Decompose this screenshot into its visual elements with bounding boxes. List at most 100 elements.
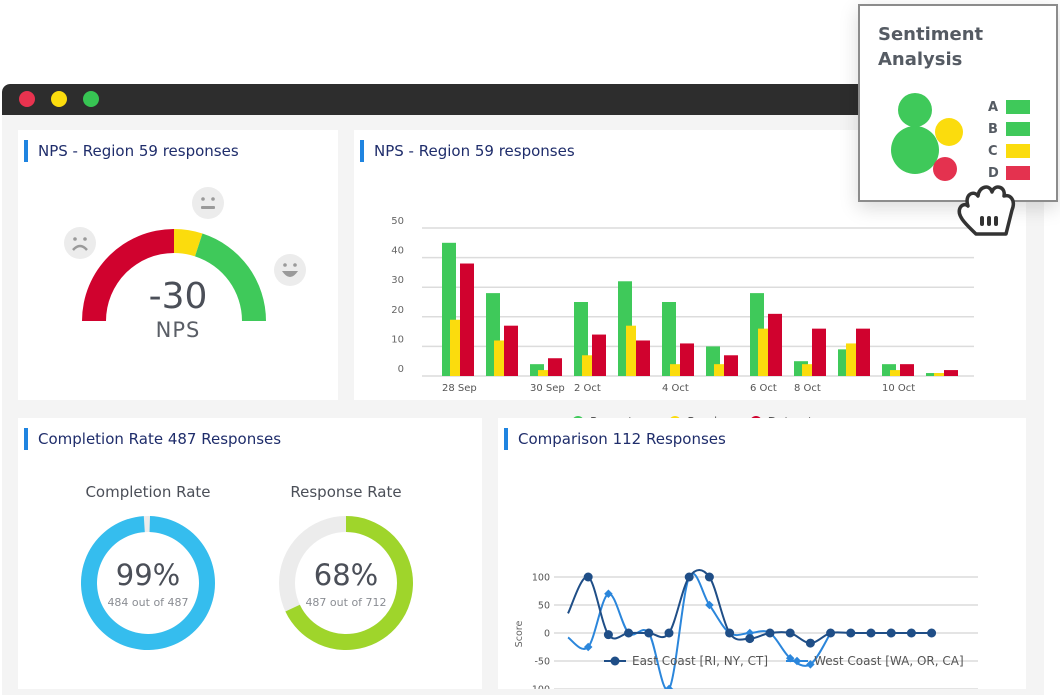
bar-detractors[interactable] [548,358,562,376]
bar-detractors[interactable] [900,364,914,376]
comparison-line-chart: -100-50050100Score28 Sep30 Sep2 Oct4 Oct… [514,569,978,690]
x-tick-label: 10 Oct [882,383,915,394]
nps-gauge-card: NPS - Region 59 responses -30 NPS [18,130,338,400]
y-tick-label: -100 [528,685,550,690]
bar-detractors[interactable] [680,343,694,376]
nps-value: -30 [148,276,208,317]
y-tick-label: 30 [391,275,404,286]
popup-legend-swatch [1006,100,1030,114]
neutral-face-icon [192,187,224,219]
popup-legend: ABCD [988,96,1030,184]
legend-item-west-coast[interactable]: West Coast [WA, OR, CA] [786,654,964,668]
point-east-coast[interactable] [906,628,916,638]
legend-label: West Coast [WA, OR, CA] [814,654,964,668]
legend-item-east-coast[interactable]: East Coast [RI, NY, CT] [604,654,768,668]
bar-detractors[interactable] [504,325,518,376]
legend-label: East Coast [RI, NY, CT] [632,654,769,668]
bar-passive[interactable] [802,364,812,376]
point-east-coast[interactable] [785,628,795,638]
y-tick-label: 0 [544,629,550,640]
popup-legend-swatch [1006,144,1030,158]
point-east-coast[interactable] [704,572,714,582]
maximize-window-button[interactable] [83,91,99,107]
point-east-coast[interactable] [846,628,856,638]
point-east-coast[interactable] [805,638,815,648]
grab-hand-icon [957,185,1016,236]
response-rate-percent: 68% [313,558,379,592]
point-east-coast[interactable] [583,572,593,582]
bar-detractors[interactable] [944,370,958,376]
bar-passive[interactable] [494,340,504,376]
popup-legend-item-b: B [988,118,1030,140]
bar-detractors[interactable] [768,313,782,376]
bar-detractors[interactable] [636,340,650,376]
point-east-coast[interactable] [745,634,755,644]
bar-passive[interactable] [714,364,724,376]
y-tick-label: 50 [538,601,550,612]
bar-passive[interactable] [582,355,592,376]
close-window-button[interactable] [19,91,35,107]
point-east-coast[interactable] [765,628,775,638]
point-east-coast[interactable] [624,628,634,638]
y-tick-label: 0 [398,364,404,375]
card-title: NPS - Region 59 responses [360,140,575,162]
bar-passive[interactable] [626,325,636,376]
y-tick-label: 100 [532,573,550,584]
bar-passive[interactable] [890,370,900,376]
popup-title-line-1: Sentiment [878,24,984,45]
point-east-coast[interactable] [644,628,654,638]
bar-passive[interactable] [538,370,548,376]
y-axis-label: Score [514,621,525,648]
bar-passive[interactable] [758,328,768,376]
bar-detractors[interactable] [460,263,474,376]
circle-marker-icon [604,656,626,666]
response-rate-sub: 487 out of 712 [305,596,387,609]
popup-legend-label: C [988,143,998,159]
bubble-b [891,126,939,174]
point-east-coast[interactable] [866,628,876,638]
completion-rate-card: Completion Rate 487 Responses Completion… [18,418,482,689]
y-tick-label: 20 [391,305,404,316]
point-east-coast[interactable] [927,628,937,638]
sentiment-bubble-chart [891,93,963,181]
bar-detractors[interactable] [856,328,870,376]
point-east-coast[interactable] [725,628,735,638]
popup-title: Sentiment Analysis [878,22,983,72]
diamond-marker-icon [786,656,809,666]
bar-detractors[interactable] [592,334,606,376]
popup-legend-item-a: A [988,96,1030,118]
sad-face-icon [64,227,96,259]
x-tick-label: 28 Sep [442,383,477,394]
bar-passive[interactable] [934,373,944,376]
point-west-coast[interactable] [664,684,674,689]
comparison-line-chart-card: Comparison 112 Responses -100-50050100Sc… [498,418,1026,689]
point-east-coast[interactable] [826,628,836,638]
completion-rate-percent: 99% [115,558,181,592]
popup-legend-label: B [988,121,998,137]
sentiment-analysis-popup[interactable]: Sentiment Analysis ABCD [858,4,1058,202]
y-tick-label: 40 [391,246,404,257]
x-tick-label: 2 Oct [574,383,601,394]
rate-donuts [80,516,413,650]
point-west-coast[interactable] [583,642,593,652]
bar-passive[interactable] [670,364,680,376]
nps-bar-chart: 0 10 20 30 40 50 28 Sep 30 Sep 2 Oct 4 Oct 6 Oct 8 … [391,216,974,394]
y-tick-label: 10 [391,334,404,345]
nps-label: NPS [155,318,201,342]
completion-rate-sub: 484 out of 487 [107,596,189,609]
minimize-window-button[interactable] [51,91,67,107]
popup-title-line-2: Analysis [878,49,963,70]
bar-passive[interactable] [846,343,856,376]
bar-detractors[interactable] [724,355,738,376]
point-east-coast[interactable] [664,628,674,638]
point-east-coast[interactable] [886,628,896,638]
popup-legend-item-c: C [988,140,1030,162]
bubble-a [898,93,932,127]
point-east-coast[interactable] [603,630,613,640]
bar-detractors[interactable] [812,328,826,376]
popup-legend-label: A [988,99,999,115]
bar-passive[interactable] [450,319,460,376]
bubble-c [935,118,963,146]
y-tick-label: -50 [534,657,550,668]
point-east-coast[interactable] [684,572,694,582]
